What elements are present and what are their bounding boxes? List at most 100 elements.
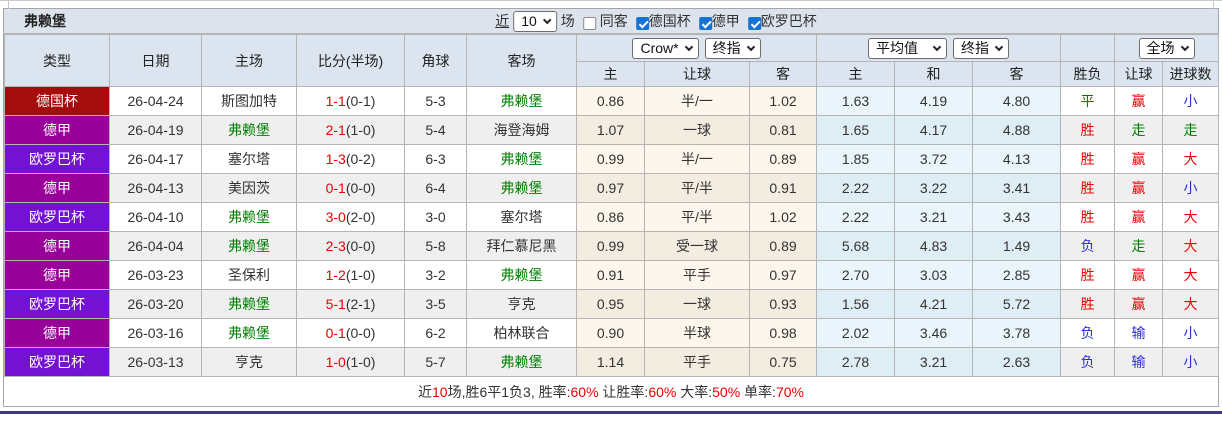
col-header-away: 客场: [466, 34, 577, 87]
result-handicap: 赢: [1114, 202, 1164, 232]
crow-away-odds: 0.93: [748, 289, 818, 319]
europa-league-checkbox[interactable]: [747, 16, 761, 30]
same-away-checkbox[interactable]: [582, 16, 596, 30]
match-date: 26-03-23: [109, 260, 202, 290]
table-row: 欧罗巴杯 26-04-10 弗赖堡 3-0(2-0) 3-0 塞尔塔 0.86 平/半 1.02…: [4, 202, 1220, 232]
col-header-result-outcome: 胜负: [1060, 61, 1116, 87]
home-team: 弗赖堡: [201, 202, 297, 232]
odds-company-select[interactable]: Crow*: [632, 37, 699, 59]
table-row: 德甲 26-03-16 弗赖堡 0-1(0-0) 6-2 柏林联合 0.90 半球 0.98 2.…: [4, 318, 1220, 348]
avg-draw-odds: 4.17: [894, 115, 974, 145]
recent-link[interactable]: 近: [495, 11, 509, 31]
avg-draw-odds: 3.22: [894, 173, 974, 203]
bundesliga-label[interactable]: 德甲: [712, 11, 740, 31]
corner-score: 3-2: [404, 260, 467, 290]
summary-segment: 让胜率:: [598, 383, 649, 400]
result-goals: 大: [1162, 202, 1220, 232]
result-outcome: 负: [1060, 347, 1116, 377]
avg-away-odds: 4.80: [972, 86, 1062, 116]
corner-score: 3-0: [404, 202, 467, 232]
col-header-type: 类型: [4, 34, 110, 87]
corner-score: 5-3: [404, 86, 467, 116]
crow-handicap: 受一球: [644, 231, 750, 261]
result-outcome: 胜: [1060, 115, 1116, 145]
title-filter-bar: 弗赖堡 近 10 场 同客 德国杯 德甲 欧罗巴杯: [4, 9, 1218, 34]
avg-home-odds: 1.65: [816, 115, 896, 145]
match-date: 26-03-20: [109, 289, 202, 319]
avg-draw-odds: 4.21: [894, 289, 974, 319]
full-match-select[interactable]: 全场: [1138, 37, 1195, 59]
crow-home-odds: 0.86: [576, 202, 645, 232]
crow-handicap: 半球: [644, 318, 750, 348]
away-team: 拜仁慕尼黑: [466, 231, 577, 261]
match-type-badge: 德甲: [4, 260, 110, 290]
table-row: 德甲 26-04-19 弗赖堡 2-1(1-0) 5-4 海登海姆 1.07 一球 0.81 1.…: [4, 115, 1220, 145]
crow-away-odds: 0.98: [748, 318, 818, 348]
col-header-crow-handicap: 让球: [644, 61, 750, 87]
match-type-badge: 欧罗巴杯: [4, 289, 110, 319]
avg-away-odds: 5.72: [972, 289, 1062, 319]
summary-segment: 场,胜6平1负3, 胜率:: [447, 383, 571, 400]
europa-league-label[interactable]: 欧罗巴杯: [761, 11, 817, 31]
result-outcome: 平: [1060, 86, 1116, 116]
home-team: 弗赖堡: [201, 289, 297, 319]
crow-select-cell: Crow* 终指: [575, 34, 818, 62]
german-cup-checkbox[interactable]: [635, 16, 649, 30]
avg-draw-odds: 3.03: [894, 260, 974, 290]
crow-handicap: 平/半: [644, 202, 750, 232]
avg-home-odds: 5.68: [816, 231, 896, 261]
crow-home-odds: 1.07: [576, 115, 645, 145]
chevron-down-icon: [746, 42, 755, 51]
table-row: 德甲 26-04-13 美因茨 0-1(0-0) 6-4 弗赖堡 0.97 平/半 0.91 2.…: [4, 173, 1220, 203]
corner-score: 3-5: [404, 289, 467, 319]
match-date: 26-03-13: [109, 347, 202, 377]
avg-draw-odds: 3.21: [894, 347, 974, 377]
summary-segment: 单率:: [740, 383, 776, 400]
col-header-avg-away: 客: [972, 61, 1062, 87]
home-team: 塞尔塔: [201, 144, 297, 174]
avg-home-odds: 1.85: [816, 144, 896, 174]
table-row: 欧罗巴杯 26-03-13 亨克 1-0(1-0) 5-7 弗赖堡 1.14 平手 0.75 2.…: [4, 347, 1220, 377]
match-history-page: 弗赖堡 近 10 场 同客 德国杯 德甲 欧罗巴杯 类型 日期 主场 比分(半场…: [0, 0, 1222, 417]
crow-away-odds: 1.02: [748, 86, 818, 116]
result-goals: 小: [1162, 318, 1220, 348]
summary-segment: 10: [432, 383, 448, 400]
same-away-label[interactable]: 同客: [600, 11, 628, 31]
result-outcome: 负: [1060, 231, 1116, 261]
border-fragment: [1213, 1, 1214, 9]
result-handicap: 赢: [1114, 173, 1164, 203]
result-goals: 走: [1162, 115, 1220, 145]
avg-away-odds: 2.85: [972, 260, 1062, 290]
away-team: 弗赖堡: [466, 347, 577, 377]
away-team: 亨克: [466, 289, 577, 319]
average-select[interactable]: 平均值: [868, 37, 948, 59]
recent-count-select[interactable]: 10: [513, 10, 557, 32]
corner-score: 6-3: [404, 144, 467, 174]
crow-home-odds: 0.90: [576, 318, 645, 348]
avg-index-type-select[interactable]: 终指: [953, 37, 1010, 59]
home-team: 圣保利: [201, 260, 297, 290]
result-goals: 大: [1162, 289, 1220, 319]
summary-segment: 大率:: [676, 383, 713, 400]
home-team: 斯图加特: [201, 86, 297, 116]
crow-handicap: 半/一: [644, 144, 750, 174]
chevron-down-icon: [684, 42, 693, 51]
avg-home-odds: 1.56: [816, 289, 896, 319]
match-type-badge: 德甲: [4, 318, 110, 348]
home-team: 弗赖堡: [201, 318, 297, 348]
away-team: 弗赖堡: [466, 144, 577, 174]
crow-away-odds: 0.81: [748, 115, 818, 145]
crow-index-type-select[interactable]: 终指: [704, 37, 761, 59]
table-row: 德国杯 26-04-24 斯图加特 1-1(0-1) 5-3 弗赖堡 0.86 半/一 1.02…: [4, 86, 1220, 116]
avg-away-odds: 3.41: [972, 173, 1062, 203]
crow-home-odds: 1.14: [576, 347, 645, 377]
chevron-down-icon: [994, 42, 1004, 51]
filter-group: 近 10 场 同客 德国杯 德甲 欧罗巴杯: [495, 10, 817, 32]
away-team: 弗赖堡: [466, 173, 577, 203]
german-cup-label[interactable]: 德国杯: [649, 11, 691, 31]
stats-panel: 弗赖堡 近 10 场 同客 德国杯 德甲 欧罗巴杯 类型 日期 主场 比分(半场…: [3, 8, 1220, 407]
avg-home-odds: 2.02: [816, 318, 896, 348]
bundesliga-checkbox[interactable]: [698, 16, 712, 30]
table-row: 德甲 26-03-23 圣保利 1-2(1-0) 3-2 弗赖堡 0.91 平手 0.97 2.7…: [4, 260, 1220, 290]
result-outcome: 胜: [1060, 173, 1116, 203]
